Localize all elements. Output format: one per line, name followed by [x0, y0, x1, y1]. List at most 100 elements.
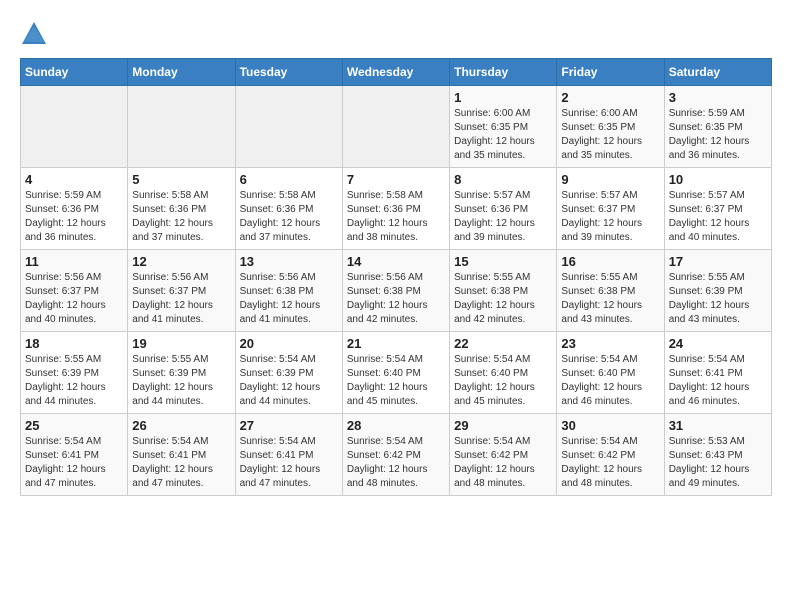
- calendar-cell: 29 Sunrise: 5:54 AM Sunset: 6:42 PM Dayli…: [450, 414, 557, 496]
- calendar-cell: 18Sunrise: 5:55 AM Sunset: 6:39 PM Dayli…: [21, 332, 128, 414]
- logo-icon: [20, 20, 48, 48]
- calendar-cell: 21 Sunrise: 5:54 AM Sunset: 6:40 PM Dayli…: [342, 332, 449, 414]
- day-number: 25: [25, 418, 123, 433]
- day-number: 30: [561, 418, 659, 433]
- calendar-cell: 14 Sunrise: 5:56 AM Sunset: 6:38 PM Dayli…: [342, 250, 449, 332]
- day-number: 17: [669, 254, 767, 269]
- cell-content: 14 Sunrise: 5:56 AM Sunset: 6:38 PM Dayli…: [347, 254, 445, 327]
- cell-detail: Sunrise: 5:56 AM Sunset: 6:37 PM Dayligh…: [25, 271, 123, 327]
- day-number: 27: [240, 418, 338, 433]
- calendar-cell: 27 Sunrise: 5:54 AM Sunset: 6:41 PM Dayli…: [235, 414, 342, 496]
- calendar-cell: 26Sunrise: 5:54 AM Sunset: 6:41 PM Dayli…: [128, 414, 235, 496]
- day-number: 4: [25, 172, 123, 187]
- calendar-cell: 1 Sunrise: 6:00 AM Sunset: 6:35 PM Daylig…: [450, 86, 557, 168]
- day-number: 26: [132, 418, 230, 433]
- cell-detail: Sunrise: 5:59 AM Sunset: 6:35 PM Dayligh…: [669, 107, 767, 163]
- calendar-header: SundayMondayTuesdayWednesdayThursdayFrid…: [21, 59, 772, 86]
- cell-detail: Sunrise: 5:54 AM Sunset: 6:41 PM Dayligh…: [25, 435, 123, 491]
- calendar-cell: 9Sunrise: 5:57 AM Sunset: 6:37 PM Daylig…: [557, 168, 664, 250]
- day-number: 16: [561, 254, 659, 269]
- weekday-header-sunday: Sunday: [21, 59, 128, 86]
- cell-content: 19 Sunrise: 5:55 AM Sunset: 6:39 PM Dayli…: [132, 336, 230, 409]
- calendar-cell: 10Sunrise: 5:57 AM Sunset: 6:37 PM Dayli…: [664, 168, 771, 250]
- cell-detail: Sunrise: 5:54 AM Sunset: 6:42 PM Dayligh…: [454, 435, 552, 491]
- calendar-week-2: 4Sunrise: 5:59 AM Sunset: 6:36 PM Daylig…: [21, 168, 772, 250]
- calendar-cell: 24Sunrise: 5:54 AM Sunset: 6:41 PM Dayli…: [664, 332, 771, 414]
- calendar-cell: 25 Sunrise: 5:54 AM Sunset: 6:41 PM Dayli…: [21, 414, 128, 496]
- cell-content: 11 Sunrise: 5:56 AM Sunset: 6:37 PM Dayli…: [25, 254, 123, 327]
- day-number: 29: [454, 418, 552, 433]
- cell-detail: Sunrise: 5:58 AM Sunset: 6:36 PM Dayligh…: [132, 189, 230, 245]
- cell-detail: Sunrise: 5:54 AM Sunset: 6:42 PM Dayligh…: [347, 435, 445, 491]
- day-number: 6: [240, 172, 338, 187]
- cell-content: 8Sunrise: 5:57 AM Sunset: 6:36 PM Daylig…: [454, 172, 552, 245]
- cell-content: 20 Sunrise: 5:54 AM Sunset: 6:39 PM Dayli…: [240, 336, 338, 409]
- cell-detail: Sunrise: 5:54 AM Sunset: 6:41 PM Dayligh…: [240, 435, 338, 491]
- weekday-header-monday: Monday: [128, 59, 235, 86]
- cell-content: 7 Sunrise: 5:58 AM Sunset: 6:36 PM Daylig…: [347, 172, 445, 245]
- cell-detail: Sunrise: 5:54 AM Sunset: 6:39 PM Dayligh…: [240, 353, 338, 409]
- cell-detail: Sunrise: 5:55 AM Sunset: 6:39 PM Dayligh…: [132, 353, 230, 409]
- day-number: 5: [132, 172, 230, 187]
- cell-content: 10Sunrise: 5:57 AM Sunset: 6:37 PM Dayli…: [669, 172, 767, 245]
- cell-detail: Sunrise: 5:56 AM Sunset: 6:38 PM Dayligh…: [347, 271, 445, 327]
- cell-detail: Sunrise: 5:57 AM Sunset: 6:37 PM Dayligh…: [561, 189, 659, 245]
- calendar-table: SundayMondayTuesdayWednesdayThursdayFrid…: [20, 58, 772, 496]
- cell-detail: Sunrise: 5:57 AM Sunset: 6:36 PM Dayligh…: [454, 189, 552, 245]
- weekday-header-thursday: Thursday: [450, 59, 557, 86]
- day-number: 2: [561, 90, 659, 105]
- cell-detail: Sunrise: 5:55 AM Sunset: 6:39 PM Dayligh…: [25, 353, 123, 409]
- cell-content: 27 Sunrise: 5:54 AM Sunset: 6:41 PM Dayli…: [240, 418, 338, 491]
- calendar-cell: 3Sunrise: 5:59 AM Sunset: 6:35 PM Daylig…: [664, 86, 771, 168]
- cell-detail: Sunrise: 5:56 AM Sunset: 6:38 PM Dayligh…: [240, 271, 338, 327]
- cell-content: 16 Sunrise: 5:55 AM Sunset: 6:38 PM Dayli…: [561, 254, 659, 327]
- calendar-cell: 7 Sunrise: 5:58 AM Sunset: 6:36 PM Daylig…: [342, 168, 449, 250]
- cell-detail: Sunrise: 6:00 AM Sunset: 6:35 PM Dayligh…: [454, 107, 552, 163]
- cell-content: 17Sunrise: 5:55 AM Sunset: 6:39 PM Dayli…: [669, 254, 767, 327]
- cell-content: 13Sunrise: 5:56 AM Sunset: 6:38 PM Dayli…: [240, 254, 338, 327]
- day-number: 11: [25, 254, 123, 269]
- cell-content: 6Sunrise: 5:58 AM Sunset: 6:36 PM Daylig…: [240, 172, 338, 245]
- cell-detail: Sunrise: 5:56 AM Sunset: 6:37 PM Dayligh…: [132, 271, 230, 327]
- day-number: 31: [669, 418, 767, 433]
- cell-content: 15 Sunrise: 5:55 AM Sunset: 6:38 PM Dayli…: [454, 254, 552, 327]
- cell-detail: Sunrise: 5:54 AM Sunset: 6:40 PM Dayligh…: [347, 353, 445, 409]
- cell-detail: Sunrise: 5:54 AM Sunset: 6:40 PM Dayligh…: [561, 353, 659, 409]
- calendar-week-1: 1 Sunrise: 6:00 AM Sunset: 6:35 PM Daylig…: [21, 86, 772, 168]
- weekday-header-tuesday: Tuesday: [235, 59, 342, 86]
- weekday-header-wednesday: Wednesday: [342, 59, 449, 86]
- day-number: 22: [454, 336, 552, 351]
- cell-detail: Sunrise: 5:53 AM Sunset: 6:43 PM Dayligh…: [669, 435, 767, 491]
- cell-content: 31 Sunrise: 5:53 AM Sunset: 6:43 PM Dayli…: [669, 418, 767, 491]
- cell-detail: Sunrise: 5:54 AM Sunset: 6:40 PM Dayligh…: [454, 353, 552, 409]
- cell-content: 2Sunrise: 6:00 AM Sunset: 6:35 PM Daylig…: [561, 90, 659, 163]
- cell-content: 9Sunrise: 5:57 AM Sunset: 6:37 PM Daylig…: [561, 172, 659, 245]
- cell-content: 28Sunrise: 5:54 AM Sunset: 6:42 PM Dayli…: [347, 418, 445, 491]
- day-number: 21: [347, 336, 445, 351]
- cell-content: 3Sunrise: 5:59 AM Sunset: 6:35 PM Daylig…: [669, 90, 767, 163]
- calendar-cell: 12 Sunrise: 5:56 AM Sunset: 6:37 PM Dayli…: [128, 250, 235, 332]
- calendar-cell: 28Sunrise: 5:54 AM Sunset: 6:42 PM Dayli…: [342, 414, 449, 496]
- cell-content: 23Sunrise: 5:54 AM Sunset: 6:40 PM Dayli…: [561, 336, 659, 409]
- cell-detail: Sunrise: 5:55 AM Sunset: 6:38 PM Dayligh…: [561, 271, 659, 327]
- day-number: 15: [454, 254, 552, 269]
- cell-content: 25 Sunrise: 5:54 AM Sunset: 6:41 PM Dayli…: [25, 418, 123, 491]
- calendar-cell: 13Sunrise: 5:56 AM Sunset: 6:38 PM Dayli…: [235, 250, 342, 332]
- calendar-cell: 16 Sunrise: 5:55 AM Sunset: 6:38 PM Dayli…: [557, 250, 664, 332]
- day-number: 19: [132, 336, 230, 351]
- calendar-week-5: 25 Sunrise: 5:54 AM Sunset: 6:41 PM Dayli…: [21, 414, 772, 496]
- cell-detail: Sunrise: 5:55 AM Sunset: 6:38 PM Dayligh…: [454, 271, 552, 327]
- day-number: 20: [240, 336, 338, 351]
- calendar-cell: 2Sunrise: 6:00 AM Sunset: 6:35 PM Daylig…: [557, 86, 664, 168]
- cell-detail: Sunrise: 5:58 AM Sunset: 6:36 PM Dayligh…: [347, 189, 445, 245]
- calendar-cell: [21, 86, 128, 168]
- day-number: 14: [347, 254, 445, 269]
- calendar-cell: 4Sunrise: 5:59 AM Sunset: 6:36 PM Daylig…: [21, 168, 128, 250]
- logo: [20, 20, 52, 48]
- day-number: 12: [132, 254, 230, 269]
- cell-content: 5 Sunrise: 5:58 AM Sunset: 6:36 PM Daylig…: [132, 172, 230, 245]
- day-number: 7: [347, 172, 445, 187]
- day-number: 1: [454, 90, 552, 105]
- calendar-week-4: 18Sunrise: 5:55 AM Sunset: 6:39 PM Dayli…: [21, 332, 772, 414]
- calendar-week-3: 11 Sunrise: 5:56 AM Sunset: 6:37 PM Dayli…: [21, 250, 772, 332]
